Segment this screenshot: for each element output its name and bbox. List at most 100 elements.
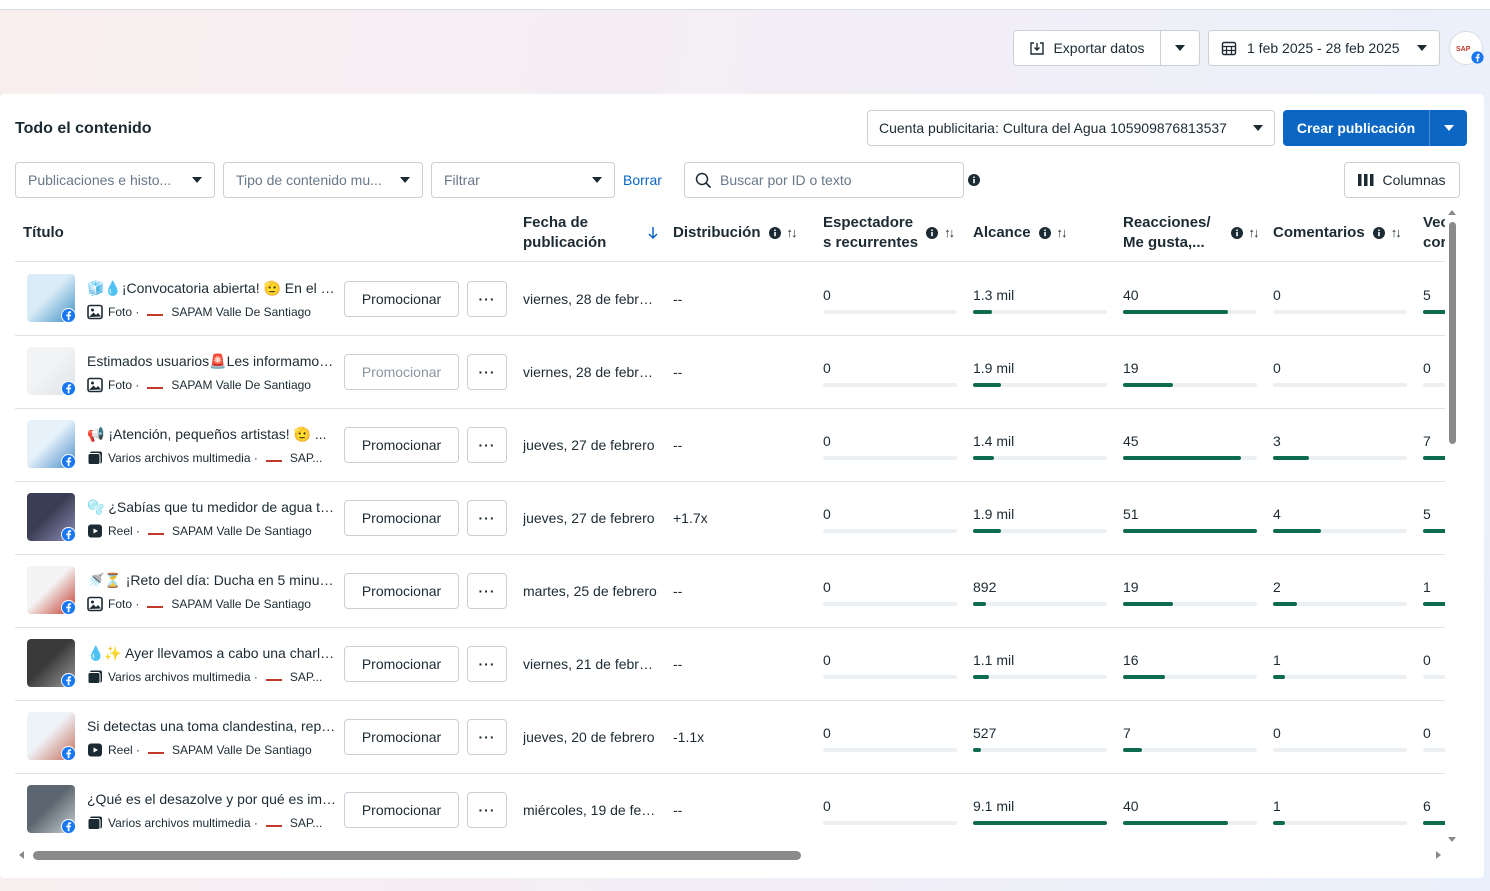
metric-comments: 0 xyxy=(1273,725,1407,752)
metric-bar xyxy=(823,675,957,679)
vertical-scroll-thumb[interactable] xyxy=(1449,222,1456,444)
post-page: SAP... xyxy=(289,816,323,830)
metric-reach: 1.9 mil xyxy=(973,506,1107,533)
facebook-icon xyxy=(61,308,76,326)
post-title[interactable]: 🫧 ¿Sabías que tu medidor de agua también… xyxy=(87,499,337,516)
more-options-button[interactable]: ··· xyxy=(467,281,507,317)
table-row[interactable]: 🚿⏳ ¡Reto del día: Ducha en 5 minutos! Fot… xyxy=(15,555,1445,628)
page-logo-icon xyxy=(147,381,164,389)
column-header-reactions[interactable]: Reacciones/Me gusta,... ↑↓ xyxy=(1123,204,1260,262)
table-row[interactable]: 📢 ¡Atención, pequeños artistas! 🫡 ... Var… xyxy=(15,409,1445,482)
info-icon xyxy=(1038,227,1051,239)
metric-value: 40 xyxy=(1123,798,1139,814)
metric-bar-fill xyxy=(973,821,1107,825)
metric-value: 0 xyxy=(1423,360,1431,376)
promote-button[interactable]: Promocionar xyxy=(344,281,459,317)
column-header-distribution[interactable]: Distribución ↑↓ xyxy=(673,204,798,262)
promote-button[interactable]: Promocionar xyxy=(344,500,459,536)
metric-value: 1.9 mil xyxy=(973,506,1015,522)
create-post-options-button[interactable] xyxy=(1429,110,1467,146)
post-title[interactable]: Si detectas una toma clandestina, repórt… xyxy=(87,718,337,734)
info-icon[interactable] xyxy=(968,174,980,186)
scroll-up-arrow[interactable] xyxy=(1448,210,1456,215)
search-input[interactable] xyxy=(720,172,950,188)
facebook-icon xyxy=(61,454,76,472)
post-title[interactable]: 🚿⏳ ¡Reto del día: Ducha en 5 minutos! xyxy=(87,572,337,589)
avatar[interactable]: SAP xyxy=(1449,31,1484,65)
promote-button[interactable]: Promocionar xyxy=(344,719,459,755)
table-row[interactable]: ¿Qué es el desazolve y por qué es import… xyxy=(15,774,1445,834)
metric-bar xyxy=(973,602,1107,606)
post-distribution: -1.1x xyxy=(673,729,705,745)
horizontal-scroll-thumb[interactable] xyxy=(33,851,801,860)
promote-button[interactable]: Promocionar xyxy=(344,792,459,828)
ad-account-select[interactable]: Cuenta publicitaria: Cultura del Agua 10… xyxy=(867,110,1275,146)
post-page: SAPAM Valle De Santiago xyxy=(171,597,311,611)
more-options-button[interactable]: ··· xyxy=(467,427,507,463)
column-reactions-line2: Me gusta,... xyxy=(1123,234,1205,251)
search-box[interactable] xyxy=(684,162,964,198)
metric-bar xyxy=(1423,529,1445,533)
metric-bar xyxy=(1273,456,1407,460)
filter-dropdown[interactable]: Filtrar xyxy=(431,162,615,198)
date-range-picker[interactable]: 1 feb 2025 - 28 feb 2025 xyxy=(1208,30,1440,66)
metric-value: 1.4 mil xyxy=(973,433,1015,449)
promote-button[interactable]: Promocionar xyxy=(344,427,459,463)
scroll-down-arrow[interactable] xyxy=(1448,837,1456,842)
posts-filter-dropdown[interactable]: Publicaciones e histo... xyxy=(15,162,215,198)
table-row[interactable]: Estimados usuarios🚨Les informamos que...… xyxy=(15,336,1445,409)
table-row[interactable]: 🧊💧¡Convocatoria abierta! 🫡 En el marco..… xyxy=(15,263,1445,336)
more-options-button[interactable]: ··· xyxy=(467,792,507,828)
table-row[interactable]: 💧✨ Ayer llevamos a cabo una charla... Var… xyxy=(15,628,1445,701)
more-options-button[interactable]: ··· xyxy=(467,573,507,609)
export-options-button[interactable] xyxy=(1160,30,1200,66)
column-header-reach[interactable]: Alcance ↑↓ xyxy=(973,204,1068,262)
export-data-button[interactable]: Exportar datos xyxy=(1013,30,1161,66)
metric-bar-fill xyxy=(1123,456,1241,460)
post-type: Reel · xyxy=(108,743,141,757)
more-options-button[interactable]: ··· xyxy=(467,719,507,755)
sort-icon: ↑↓ xyxy=(1056,225,1068,240)
promote-button[interactable]: Promocionar xyxy=(344,573,459,609)
column-reactions-line1: Reacciones/ xyxy=(1123,214,1211,231)
columns-button[interactable]: Columnas xyxy=(1344,162,1460,198)
columns-label: Columnas xyxy=(1382,172,1446,188)
clear-filters-link[interactable]: Borrar xyxy=(623,172,662,188)
horizontal-scrollbar[interactable] xyxy=(15,849,1445,861)
promote-button[interactable]: Promocionar xyxy=(344,354,459,390)
promote-button[interactable]: Promocionar xyxy=(344,646,459,682)
column-date-line1: Fecha de xyxy=(523,214,589,231)
reel-icon xyxy=(87,523,103,539)
post-distribution: -- xyxy=(673,364,683,380)
column-header-comments[interactable]: Comentarios ↑↓ xyxy=(1273,204,1402,262)
post-title[interactable]: ¿Qué es el desazolve y por qué es import… xyxy=(87,791,337,807)
metric-bar xyxy=(973,675,1107,679)
column-header-date[interactable]: Fecha de publicación xyxy=(523,204,658,262)
post-distribution: -- xyxy=(673,802,683,818)
column-header-returning-viewers[interactable]: Espectadore s recurrentes ↑↓ xyxy=(823,204,955,262)
post-distribution: -- xyxy=(673,583,683,599)
carousel-icon xyxy=(87,669,103,685)
column-header-shares[interactable]: Vec cor xyxy=(1423,204,1445,262)
table-row[interactable]: 🫧 ¿Sabías que tu medidor de agua también… xyxy=(15,482,1445,555)
metric-bar xyxy=(823,821,957,825)
table-row[interactable]: Si detectas una toma clandestina, repórt… xyxy=(15,701,1445,774)
column-reactions-label: Reacciones/Me gusta,... xyxy=(1123,213,1211,253)
more-options-button[interactable]: ··· xyxy=(467,354,507,390)
more-options-button[interactable]: ··· xyxy=(467,500,507,536)
metric-reactions: 19 xyxy=(1123,360,1257,387)
scroll-left-arrow[interactable] xyxy=(19,851,24,859)
vertical-scrollbar[interactable] xyxy=(1446,206,1458,846)
column-header-title[interactable]: Título xyxy=(23,204,64,262)
post-title[interactable]: 💧✨ Ayer llevamos a cabo una charla... xyxy=(87,645,337,662)
post-title[interactable]: 📢 ¡Atención, pequeños artistas! 🫡 ... xyxy=(87,426,337,443)
metric-next: 1 xyxy=(1423,579,1445,606)
more-options-button[interactable]: ··· xyxy=(467,646,507,682)
metric-reactions: 40 xyxy=(1123,798,1257,825)
search-icon xyxy=(695,172,712,188)
content-type-dropdown[interactable]: Tipo de contenido mu... xyxy=(223,162,423,198)
scroll-right-arrow[interactable] xyxy=(1436,851,1441,859)
post-title[interactable]: 🧊💧¡Convocatoria abierta! 🫡 En el marco..… xyxy=(87,280,337,297)
create-post-button[interactable]: Crear publicación xyxy=(1283,110,1429,146)
post-title[interactable]: Estimados usuarios🚨Les informamos que... xyxy=(87,353,337,370)
